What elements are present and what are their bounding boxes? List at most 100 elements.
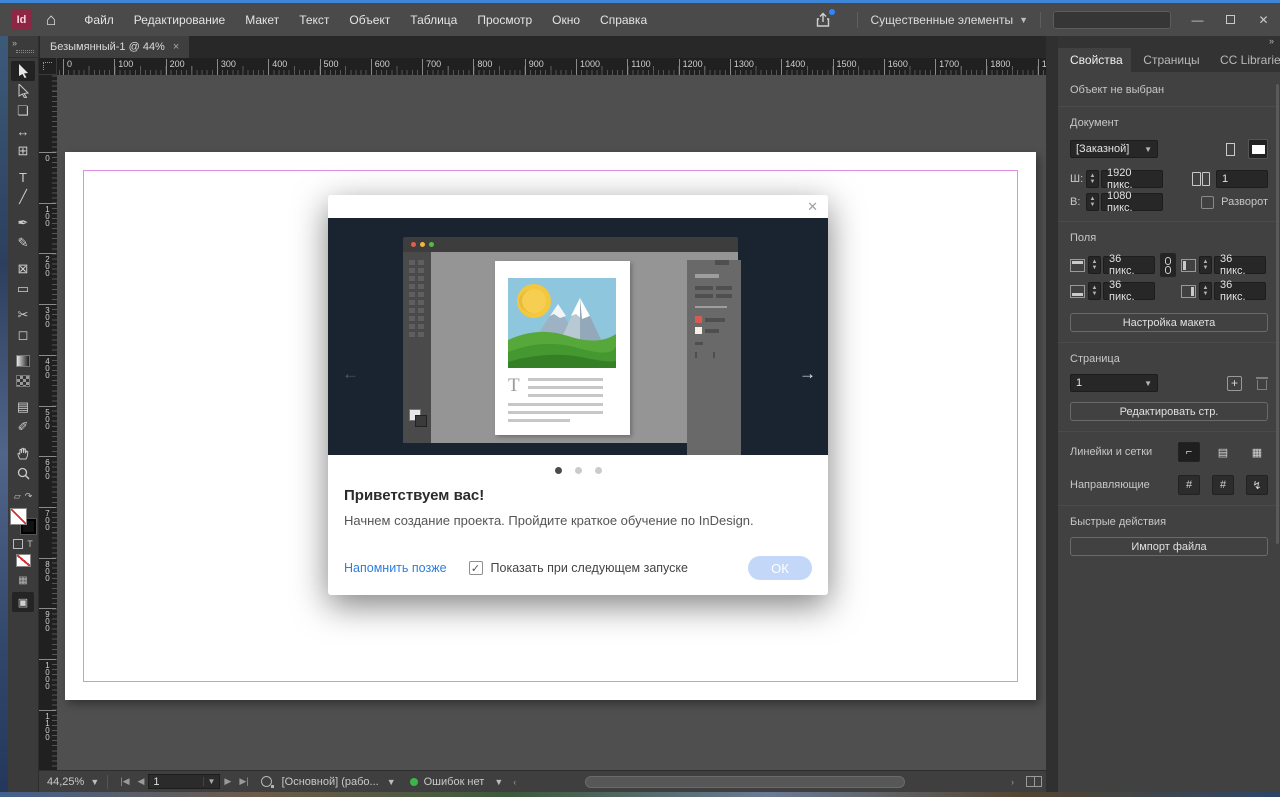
smart-guides-button[interactable]: ↯ [1246, 475, 1268, 495]
fill-stroke-swatches[interactable] [10, 508, 36, 534]
document-grid-button[interactable]: ▦ [1246, 442, 1268, 462]
page-select-dropdown[interactable]: 1 ▼ [1070, 374, 1158, 392]
import-file-button[interactable]: Импорт файла [1070, 537, 1268, 556]
gap-tool[interactable]: ↔ [11, 121, 35, 141]
panel-collapse-icon[interactable]: » [1269, 36, 1274, 46]
spread-view-icon[interactable] [1026, 776, 1042, 787]
fill-none-swatch[interactable] [10, 508, 27, 525]
carousel-next-arrow[interactable]: → [799, 364, 816, 384]
ok-button[interactable]: ОК [748, 556, 812, 580]
lock-guides-button[interactable]: # [1212, 475, 1234, 495]
rectangle-tool[interactable]: ▭ [11, 279, 35, 299]
content-collector-tool[interactable]: ⊞ [11, 141, 35, 161]
home-icon[interactable]: ⌂ [46, 10, 56, 30]
margin-outside-field[interactable]: 36 пикс. [1214, 282, 1266, 300]
edit-page-button[interactable]: Редактировать стр. [1070, 402, 1268, 421]
margin-top-stepper[interactable]: ▲▼ [1088, 256, 1101, 274]
height-stepper[interactable]: ▲▼ [1086, 193, 1099, 211]
margin-inside-field[interactable]: 36 пикс. [1214, 256, 1266, 274]
vertical-ruler[interactable]: 01 0 02 0 03 0 04 0 05 0 06 0 07 0 08 0 … [39, 75, 57, 770]
direct-selection-tool[interactable] [11, 81, 35, 101]
ruler-origin-corner[interactable] [39, 58, 57, 75]
pencil-tool[interactable]: ✎ [11, 233, 35, 253]
document-preset-dropdown[interactable]: [Заказной] ▼ [1070, 140, 1158, 158]
dialog-close-icon[interactable]: ✕ [807, 199, 818, 215]
landscape-orientation-button[interactable] [1248, 139, 1268, 159]
pen-tool[interactable]: ✒ [11, 213, 35, 233]
dock-grip[interactable] [16, 50, 34, 53]
panel-tab-cc-libraries[interactable]: CC Libraries [1208, 48, 1280, 72]
formatting-container-icon[interactable] [13, 539, 23, 549]
eyedropper-tool[interactable]: ✐ [11, 417, 35, 437]
link-margins-icon[interactable] [1160, 253, 1176, 277]
width-field[interactable]: 1920 пикс. [1101, 170, 1163, 188]
horizontal-scrollbar[interactable] [585, 776, 905, 788]
dock-collapse-icon[interactable]: » [12, 38, 17, 48]
remind-later-link[interactable]: Напомнить позже [344, 561, 447, 575]
search-input[interactable] [1053, 11, 1171, 29]
menu-item-1[interactable]: Редактирование [124, 7, 235, 33]
swap-fill-stroke-icon[interactable]: ↷ [25, 491, 33, 502]
margin-outside-stepper[interactable]: ▲▼ [1199, 282, 1212, 300]
hand-tool[interactable] [11, 443, 35, 463]
scroll-right-icon[interactable]: › [1011, 777, 1014, 787]
last-page-button[interactable]: ▶| [239, 776, 248, 787]
gradient-feather-tool[interactable] [11, 371, 35, 391]
line-tool[interactable]: ╱ [11, 187, 35, 207]
baseline-grid-button[interactable]: ▤ [1212, 442, 1234, 462]
zoom-tool[interactable] [11, 463, 35, 483]
chevron-down-icon[interactable]: ▼ [494, 777, 503, 787]
carousel-prev-arrow[interactable]: ← [342, 364, 359, 384]
menu-item-7[interactable]: Окно [542, 7, 590, 33]
margin-bottom-field[interactable]: 36 пикс. [1103, 282, 1155, 300]
carousel-dot-1[interactable] [575, 467, 582, 474]
master-page-label[interactable]: [Основной] (рабо... [282, 776, 379, 788]
carousel-dot-0[interactable] [555, 467, 562, 474]
show-rulers-button[interactable]: ⌐ [1178, 442, 1200, 462]
margin-top-field[interactable]: 36 пикс. [1103, 256, 1155, 274]
preflight-icon[interactable] [261, 776, 272, 787]
margin-bottom-stepper[interactable]: ▲▼ [1088, 282, 1101, 300]
panel-tab-свойства[interactable]: Свойства [1058, 48, 1131, 72]
facing-pages-checkbox[interactable] [1201, 196, 1214, 209]
delete-page-icon[interactable] [1256, 377, 1268, 390]
preflight-errors-label[interactable]: Ошибок нет [424, 776, 485, 788]
frame-tool[interactable]: ⊠ [11, 259, 35, 279]
menu-item-4[interactable]: Объект [339, 7, 400, 33]
width-stepper[interactable]: ▲▼ [1086, 170, 1099, 188]
scissors-tool[interactable]: ✂ [11, 305, 35, 325]
formatting-text-icon[interactable]: T [27, 539, 33, 549]
menu-item-3[interactable]: Текст [289, 7, 339, 33]
document-canvas[interactable]: ✕ ← → [57, 75, 1046, 770]
page-count-field[interactable]: 1 [1216, 170, 1268, 188]
menu-item-0[interactable]: Файл [74, 7, 124, 33]
chevron-down-icon[interactable]: ▼ [387, 777, 396, 787]
menu-item-6[interactable]: Просмотр [467, 7, 542, 33]
horizontal-ruler[interactable]: 0100200300400500600700800900100011001200… [57, 58, 1046, 75]
default-swatches-icon[interactable]: ▱ [14, 491, 21, 502]
note-tool[interactable]: ▤ [11, 397, 35, 417]
selection-tool[interactable] [11, 61, 35, 81]
dock-divider[interactable] [1046, 36, 1058, 792]
first-page-button[interactable]: |◀ [120, 776, 129, 787]
show-on-startup-checkbox[interactable]: ✓ [469, 561, 483, 575]
zoom-level-control[interactable]: 44,25% ▼ [47, 776, 99, 788]
share-icon[interactable] [815, 12, 831, 28]
scroll-left-icon[interactable]: ‹ [513, 777, 516, 787]
carousel-dot-2[interactable] [595, 467, 602, 474]
document-tab[interactable]: Безымянный-1 @ 44% × [40, 36, 189, 58]
gradient-tool[interactable] [11, 351, 35, 371]
workspace-switcher[interactable]: Существенные элементы ▼ [870, 13, 1028, 27]
margin-inside-stepper[interactable]: ▲▼ [1199, 256, 1212, 274]
tab-close-icon[interactable]: × [173, 41, 179, 53]
page-number-field[interactable]: 1 ▼ [148, 774, 220, 789]
apply-none-swatch[interactable] [16, 554, 31, 567]
menu-item-5[interactable]: Таблица [400, 7, 467, 33]
maximize-button[interactable] [1214, 5, 1247, 35]
panel-scrollbar[interactable] [1276, 84, 1279, 544]
type-tool[interactable]: T [11, 167, 35, 187]
portrait-orientation-button[interactable] [1220, 139, 1240, 159]
adjust-layout-button[interactable]: Настройка макета [1070, 313, 1268, 332]
close-button[interactable]: ✕ [1247, 5, 1280, 35]
show-guides-button[interactable]: # [1178, 475, 1200, 495]
